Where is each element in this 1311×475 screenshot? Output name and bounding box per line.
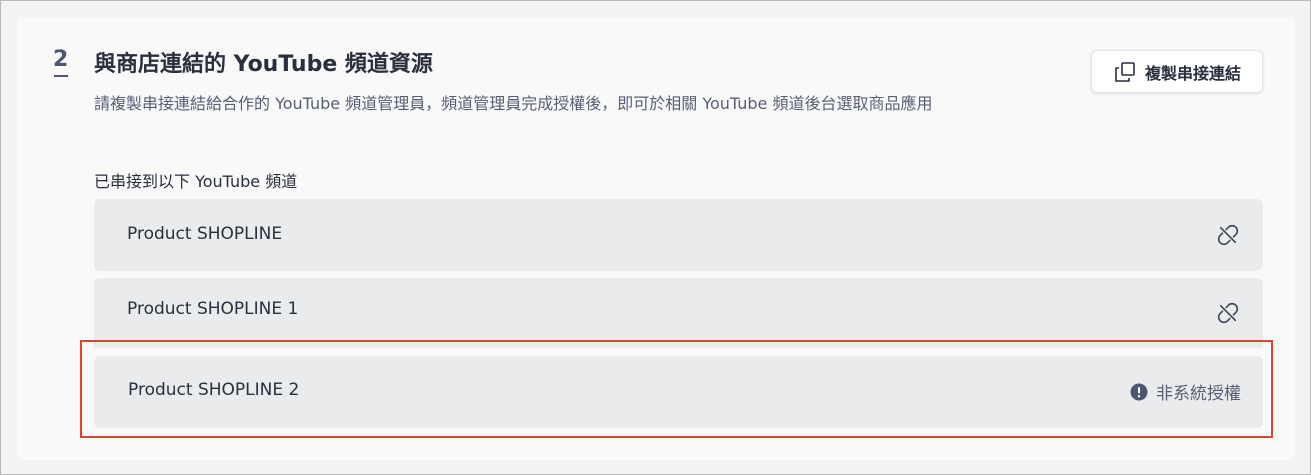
channel-row: Product SHOPLINE (94, 199, 1263, 271)
step-number: 2 (53, 47, 69, 77)
window-frame: 2 與商店連結的 YouTube 頻道資源 請複製串接連結給合作的 YouTub… (0, 0, 1311, 475)
alert-circle-icon (1130, 383, 1148, 401)
copy-icon (1113, 60, 1137, 84)
unlink-icon[interactable] (1217, 224, 1239, 246)
step-number-text: 2 (53, 47, 69, 72)
unlink-icon[interactable] (1217, 302, 1239, 324)
channel-row: Product SHOPLINE 1 (94, 278, 1263, 348)
channel-row: Product SHOPLINE 2 非系統授權 (94, 356, 1263, 428)
section-title: 與商店連結的 YouTube 頻道資源 (94, 52, 433, 77)
channel-name: Product SHOPLINE 2 (128, 380, 300, 400)
copy-link-button-label: 複製串接連結 (1144, 63, 1241, 83)
connected-channels-heading: 已串接到以下 YouTube 頻道 (94, 172, 298, 191)
copy-link-button[interactable]: 複製串接連結 (1091, 50, 1263, 93)
status-text: 非系統授權 (1156, 384, 1241, 404)
step-number-underline (54, 75, 68, 77)
section-description: 請複製串接連結給合作的 YouTube 頻道管理員，頻道管理員完成授權後，即可於… (94, 94, 933, 113)
channel-name: Product SHOPLINE 1 (127, 299, 299, 319)
authorization-status: 非系統授權 (1130, 379, 1241, 404)
channel-name: Product SHOPLINE (127, 224, 283, 244)
